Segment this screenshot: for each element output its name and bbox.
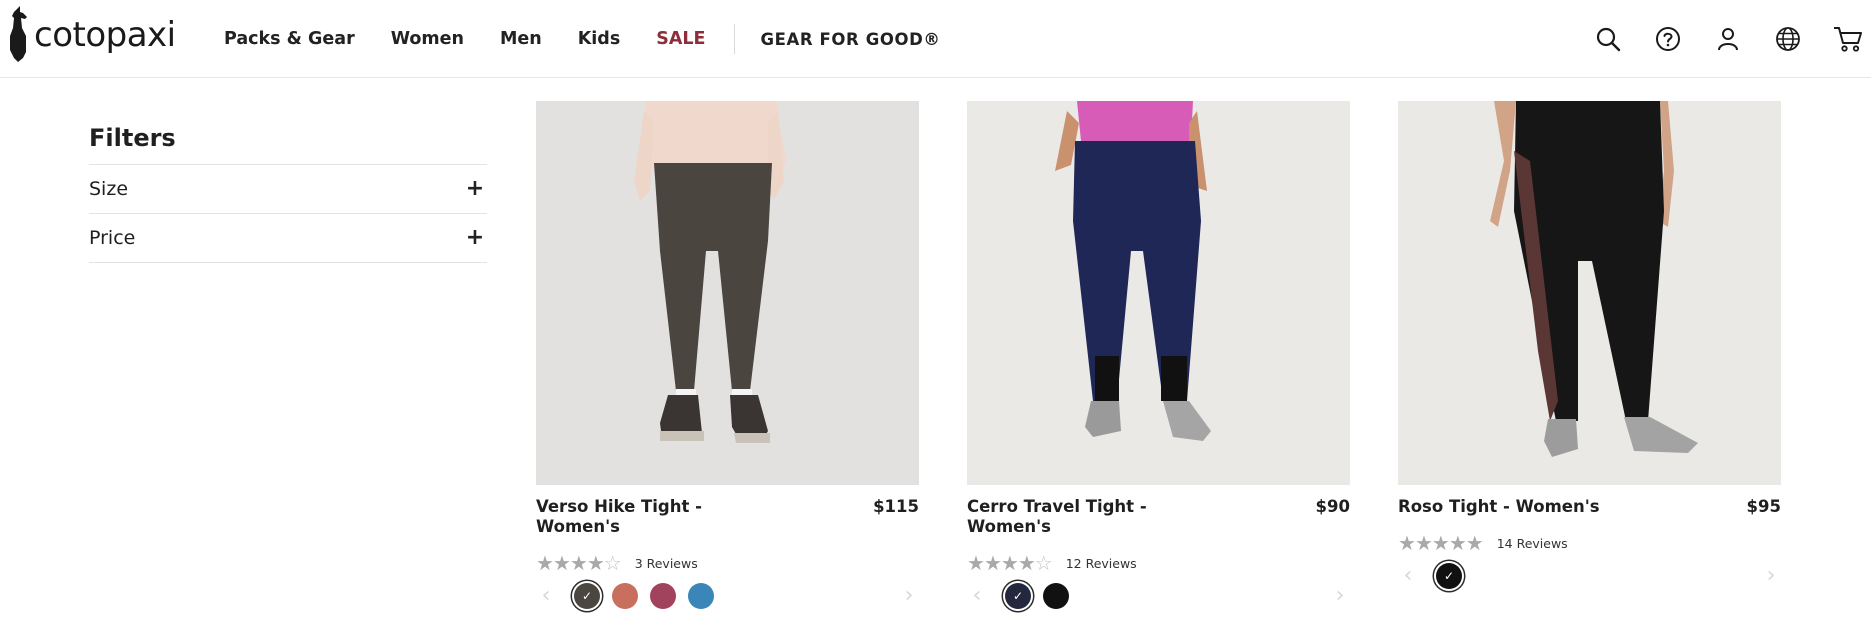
nav-packs-gear[interactable]: Packs & Gear (224, 29, 355, 49)
star-icon: ★ (1017, 551, 1036, 575)
search-button[interactable] (1593, 24, 1623, 54)
chevron-left-icon[interactable]: ‹ (967, 585, 987, 607)
product-image[interactable] (1398, 101, 1781, 485)
language-button[interactable] (1773, 24, 1803, 54)
star-rating: ★ ★ ★ ★ ☆ (967, 551, 1053, 575)
review-count[interactable]: 12 Reviews (1066, 556, 1137, 571)
chevron-right-icon[interactable]: › (899, 585, 919, 607)
filter-size-label: Size (89, 178, 129, 200)
cart-button[interactable] (1833, 24, 1863, 54)
product-card[interactable]: Verso Hike Tight - Women's $115 ★ ★ ★ ★ … (536, 101, 919, 611)
product-photo (1398, 101, 1781, 485)
brand-wordmark: cotopaxi (34, 15, 176, 55)
color-swatch[interactable] (650, 583, 676, 609)
chevron-right-icon[interactable]: › (1761, 565, 1781, 587)
color-swatch[interactable] (1043, 583, 1069, 609)
site-header: cotopaxi Packs & Gear Women Men Kids SAL… (0, 0, 1871, 78)
product-name[interactable]: Roso Tight - Women's (1398, 497, 1600, 517)
product-price: $115 (873, 497, 919, 516)
star-icon: ★ (536, 551, 554, 575)
product-card[interactable]: Roso Tight - Women's $95 ★ ★ ★ ★ ★ 14 Re… (1398, 101, 1781, 591)
cart-icon (1834, 27, 1862, 52)
star-icon: ★ (1465, 531, 1484, 555)
chevron-left-icon[interactable]: ‹ (1398, 565, 1418, 587)
star-icon: ☆ (603, 551, 622, 575)
account-icon (1718, 28, 1738, 51)
llama-logo-icon (10, 6, 27, 62)
swatch-row: ‹ ✓ › (1398, 561, 1781, 591)
globe-icon (1776, 27, 1800, 51)
product-image[interactable] (967, 101, 1350, 485)
star-icon: ★ (967, 551, 985, 575)
chevron-left-icon[interactable]: ‹ (536, 585, 556, 607)
check-icon: ✓ (1012, 589, 1024, 603)
color-swatch[interactable]: ✓ (574, 583, 600, 609)
main-nav: Packs & Gear Women Men Kids SALE GEAR FO… (224, 0, 977, 78)
star-icon: ★ (1431, 531, 1450, 555)
product-name[interactable]: Verso Hike Tight - Women's (536, 497, 766, 537)
star-icon: ★ (1000, 551, 1019, 575)
nav-kids[interactable]: Kids (578, 29, 621, 49)
product-image[interactable] (536, 101, 919, 485)
product-photo (967, 101, 1350, 485)
check-icon: ✓ (1443, 569, 1455, 583)
star-icon: ★ (1448, 531, 1467, 555)
filter-size[interactable]: Size + (89, 165, 487, 214)
product-rating: ★ ★ ★ ★ ☆ 12 Reviews (967, 553, 1350, 573)
expand-plus-icon[interactable]: + (463, 178, 487, 200)
star-icon: ★ (983, 551, 1002, 575)
color-swatch[interactable] (688, 583, 714, 609)
nav-sale[interactable]: SALE (656, 29, 705, 49)
header-icons (1563, 0, 1871, 78)
product-name[interactable]: Cerro Travel Tight - Women's (967, 497, 1197, 537)
star-icon: ☆ (1034, 551, 1053, 575)
expand-plus-icon[interactable]: + (463, 227, 487, 249)
review-count[interactable]: 14 Reviews (1497, 536, 1568, 551)
color-swatches: ✓ (556, 583, 726, 609)
brand-logo[interactable]: cotopaxi (8, 4, 176, 66)
star-icon: ★ (1414, 531, 1433, 555)
filters-title: Filters (89, 118, 487, 165)
nav-divider (733, 24, 735, 54)
star-icon: ★ (586, 551, 605, 575)
nav-gear-for-good[interactable]: GEAR FOR GOOD® (761, 30, 941, 49)
product-rating: ★ ★ ★ ★ ★ 14 Reviews (1398, 533, 1781, 553)
swatch-row: ‹ ✓ › (967, 581, 1350, 611)
product-photo (536, 101, 919, 485)
star-icon: ★ (569, 551, 588, 575)
star-rating: ★ ★ ★ ★ ★ (1398, 531, 1484, 555)
help-button[interactable] (1653, 24, 1683, 54)
color-swatches: ✓ (1418, 563, 1474, 589)
color-swatch[interactable] (612, 583, 638, 609)
account-button[interactable] (1713, 24, 1743, 54)
nav-men[interactable]: Men (500, 29, 542, 49)
chevron-right-icon[interactable]: › (1330, 585, 1350, 607)
star-icon: ★ (552, 551, 571, 575)
review-count[interactable]: 3 Reviews (635, 556, 698, 571)
product-card[interactable]: Cerro Travel Tight - Women's $90 ★ ★ ★ ★… (967, 101, 1350, 611)
nav-women[interactable]: Women (391, 29, 464, 49)
filters-panel: Filters Size + Price + (89, 118, 487, 263)
star-rating: ★ ★ ★ ★ ☆ (536, 551, 622, 575)
color-swatch[interactable]: ✓ (1005, 583, 1031, 609)
product-rating: ★ ★ ★ ★ ☆ 3 Reviews (536, 553, 919, 573)
help-icon (1656, 27, 1680, 51)
product-price: $95 (1746, 497, 1781, 516)
search-icon (1596, 27, 1621, 52)
swatch-row: ‹ ✓ › (536, 581, 919, 611)
check-icon: ✓ (581, 589, 593, 603)
star-icon: ★ (1398, 531, 1416, 555)
color-swatch[interactable]: ✓ (1436, 563, 1462, 589)
filter-price-label: Price (89, 227, 136, 249)
product-price: $90 (1315, 497, 1350, 516)
filter-price[interactable]: Price + (89, 214, 487, 263)
color-swatches: ✓ (987, 583, 1081, 609)
